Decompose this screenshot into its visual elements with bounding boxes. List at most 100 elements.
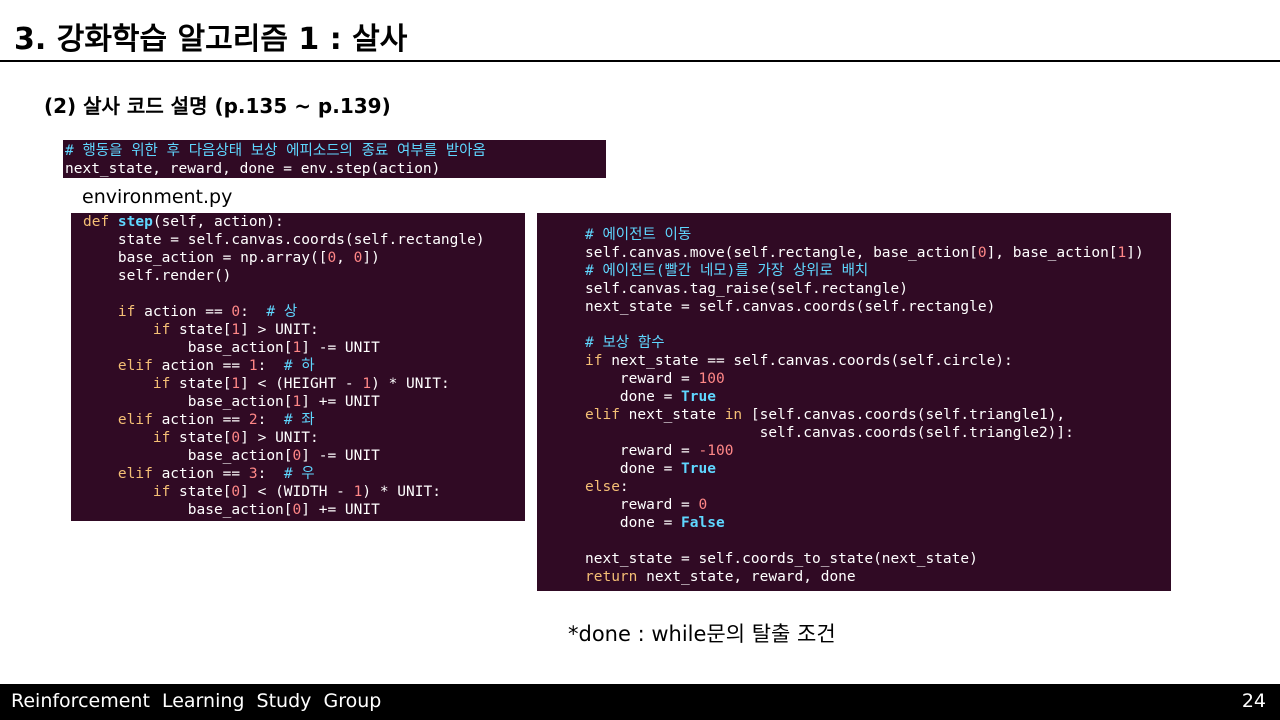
code-token: in	[724, 407, 743, 423]
code-line: # 보상 함수	[585, 334, 1171, 352]
code-token: return	[585, 569, 638, 585]
code-line: elif action == 1: # 하	[83, 357, 525, 375]
code-token: if	[152, 322, 171, 338]
code-block-reward-function: # 에이전트 이동 self.canvas.move(self.rectangle…	[537, 213, 1171, 591]
code-line: elif action == 3: # 우	[83, 465, 525, 483]
code-token: self.canvas.tag_raise(self.rectangle)	[585, 281, 909, 297]
page-number: 24	[1241, 690, 1266, 712]
code-line: return next_state, reward, done	[585, 568, 1171, 586]
code-token: :	[257, 358, 284, 374]
code-line: state = self.canvas.coords(self.rectangl…	[83, 231, 525, 249]
code-line: done = True	[585, 388, 1171, 406]
code-token: 1	[248, 358, 258, 374]
code-line: # 에이전트(빨간 네모)를 가장 상위로 배치	[585, 262, 1171, 280]
code-token: reward =	[585, 497, 699, 513]
code-token: 1	[292, 394, 302, 410]
code-line: self.canvas.tag_raise(self.rectangle)	[585, 280, 1171, 298]
code-token: ] -= UNIT	[301, 448, 380, 464]
code-line: base_action[0] -= UNIT	[83, 447, 525, 465]
code-token: next_state, reward, done	[637, 569, 856, 585]
slide-title: 3. 강화학습 알고리즘 1 : 살사	[14, 22, 408, 57]
code-line: base_action[0] += UNIT	[83, 501, 525, 519]
code-token: :	[257, 412, 284, 428]
footer-group-name: Reinforcement Learning Study Group	[11, 690, 382, 712]
code-token: # 우	[283, 466, 315, 482]
code-token: # 하	[283, 358, 315, 374]
code-token: next_state	[619, 407, 725, 423]
code-line: base_action = np.array([0, 0])	[83, 249, 525, 267]
code-token: base_action[	[83, 448, 293, 464]
code-line: reward = 100	[585, 370, 1171, 388]
code-token: state[	[170, 484, 232, 500]
code-token: state[	[170, 430, 232, 446]
code-token: base_action = np.array([	[83, 250, 328, 266]
code-line: if action == 0: # 상	[83, 303, 525, 321]
code-line: if state[1] > UNIT:	[83, 321, 525, 339]
code-token: action ==	[152, 466, 249, 482]
code-token: action ==	[152, 412, 249, 428]
code-token: (self, action):	[152, 214, 284, 230]
code-line: reward = -100	[585, 442, 1171, 460]
code-token: 0	[231, 304, 241, 320]
code-line: def step(self, action):	[83, 213, 525, 231]
code-token: base_action[	[83, 394, 293, 410]
code-token: if	[152, 376, 171, 392]
code-token: elif	[117, 412, 153, 428]
section-subtitle: (2) 살사 코드 설명 (p.135 ~ p.139)	[44, 94, 391, 118]
code-token: # 보상 함수	[585, 335, 665, 351]
code-line: # 행동을 위한 후 다음상태 보상 에피소드의 종료 여부를 받아옴	[65, 142, 604, 160]
code-token: action ==	[152, 358, 249, 374]
code-token: 0	[977, 245, 987, 261]
code-token: ], base_action[	[986, 245, 1118, 261]
code-token: base_action[	[83, 340, 293, 356]
code-token: 0	[292, 502, 302, 518]
code-line: next_state = self.canvas.coords(self.rec…	[585, 298, 1171, 316]
code-token: 2	[248, 412, 258, 428]
code-token: 1	[231, 322, 241, 338]
code-token: 1	[231, 376, 241, 392]
code-line: if state[0] > UNIT:	[83, 429, 525, 447]
code-line: next_state, reward, done = env.step(acti…	[65, 160, 604, 178]
code-token: state[	[170, 322, 232, 338]
code-token: ])	[1126, 245, 1144, 261]
code-line: self.canvas.move(self.rectangle, base_ac…	[585, 244, 1171, 262]
code-line: self.render()	[83, 267, 525, 285]
code-token: ] += UNIT	[301, 502, 380, 518]
code-token: 100	[698, 371, 725, 387]
code-token: False	[681, 515, 725, 531]
code-token: 1	[362, 376, 372, 392]
code-token: :	[257, 466, 284, 482]
code-token: next_state, reward, done = env.step(acti…	[65, 161, 441, 177]
code-token: next_state = self.canvas.coords(self.rec…	[585, 299, 996, 315]
code-token: reward =	[585, 443, 699, 459]
code-token: ,	[336, 250, 354, 266]
title-divider	[0, 60, 1280, 62]
code-token: 1	[1117, 245, 1127, 261]
code-token: done =	[585, 461, 682, 477]
code-token: :	[240, 304, 267, 320]
code-token: self.render()	[83, 268, 232, 284]
code-token: 0	[231, 430, 241, 446]
code-token: 0	[292, 448, 302, 464]
code-token: 0	[698, 497, 708, 513]
code-token: 3	[248, 466, 258, 482]
code-token: 0	[327, 250, 337, 266]
code-block-step-definition: def step(self, action): state = self.can…	[71, 213, 525, 521]
code-line: elif next_state in [self.canvas.coords(s…	[585, 406, 1171, 424]
code-token: True	[681, 389, 716, 405]
code-line: reward = 0	[585, 496, 1171, 514]
code-token: -100	[698, 443, 734, 459]
code-line: # 에이전트 이동	[585, 226, 1171, 244]
code-token: done =	[585, 515, 682, 531]
code-token: base_action[	[83, 502, 293, 518]
code-line: else:	[585, 478, 1171, 496]
code-token: [self.canvas.coords(self.triangle1),	[742, 407, 1066, 423]
code-token: if	[152, 430, 171, 446]
